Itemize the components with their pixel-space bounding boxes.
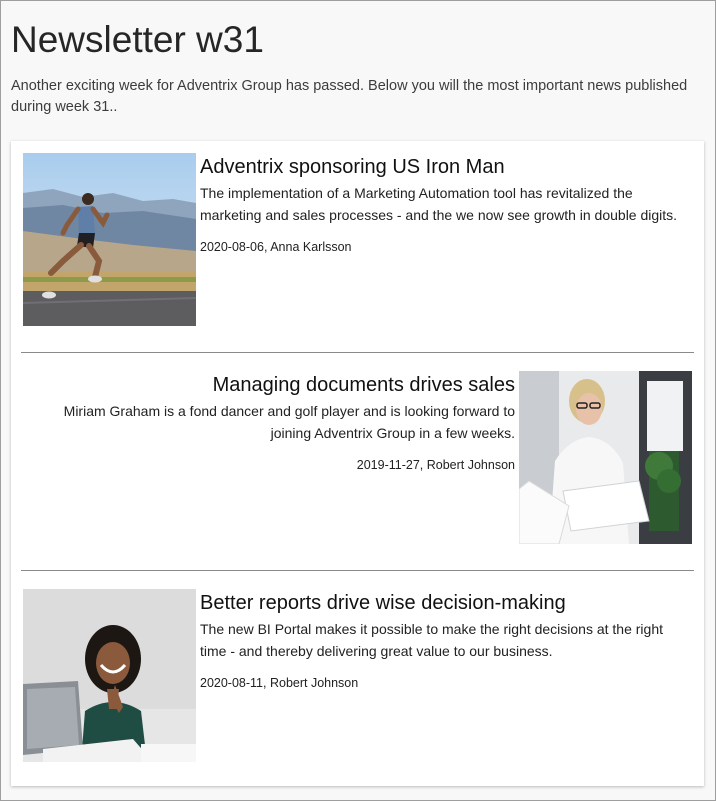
news-summary: The new BI Portal makes it possible to m… xyxy=(200,621,664,659)
news-summary: Miriam Graham is a fond dancer and golf … xyxy=(63,403,515,441)
intro-text: Another exciting week for Adventrix Grou… xyxy=(11,78,688,115)
news-meta: 2020-08-06, Anna Karlsson xyxy=(200,240,352,254)
news-item[interactable]: Better reports drive wise decision-makin… xyxy=(11,589,704,764)
news-item[interactable]: Adventrix sponsoring US Iron Man The imp… xyxy=(11,153,704,328)
news-summary: The implementation of a Marketing Automa… xyxy=(200,185,678,223)
news-meta: 2019-11-27, Robert Johnson xyxy=(356,458,515,472)
divider xyxy=(21,352,694,353)
woman-with-documents-photo[interactable] xyxy=(519,371,692,544)
news-item-text: Better reports drive wise decision-makin… xyxy=(200,589,690,692)
news-headline[interactable]: Adventrix sponsoring US Iron Man xyxy=(200,153,690,181)
newsletter-page: Newsletter w31 Another exciting week for… xyxy=(0,0,716,801)
news-item[interactable]: Managing documents drives sales Miriam G… xyxy=(11,371,704,546)
news-headline[interactable]: Better reports drive wise decision-makin… xyxy=(200,589,690,617)
news-item-text: Adventrix sponsoring US Iron Man The imp… xyxy=(200,153,690,256)
news-list-card: Adventrix sponsoring US Iron Man The imp… xyxy=(11,141,704,786)
news-headline[interactable]: Managing documents drives sales xyxy=(23,371,515,399)
divider xyxy=(21,570,694,571)
smiling-woman-laptop-photo[interactable] xyxy=(23,589,196,762)
page-title: Newsletter w31 xyxy=(11,19,264,60)
runner-photo[interactable] xyxy=(23,153,196,326)
news-meta: 2020-08-11, Robert Johnson xyxy=(200,676,359,690)
news-item-text: Managing documents drives sales Miriam G… xyxy=(23,371,515,474)
